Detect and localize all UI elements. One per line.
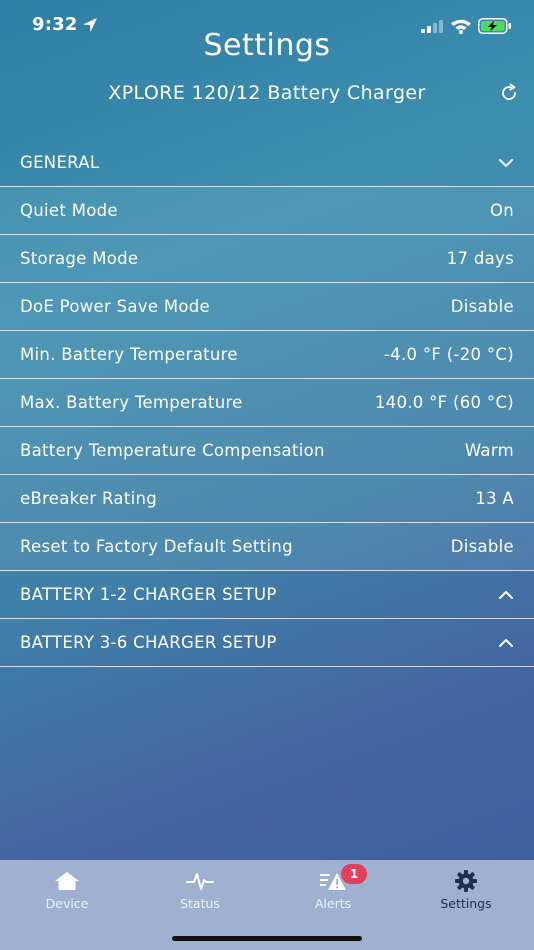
tab-label: Alerts: [314, 896, 352, 911]
tab-device[interactable]: Device: [17, 868, 117, 911]
settings-list: GENERAL Quiet Mode On Storage Mode 17 da…: [0, 139, 534, 667]
setting-value: 13 A: [475, 489, 514, 508]
setting-value: On: [489, 201, 514, 220]
setting-value: -4.0 °F (-20 °C): [383, 345, 514, 364]
tab-label: Settings: [440, 896, 492, 911]
setting-value: 140.0 °F (60 °C): [374, 393, 514, 412]
setting-label: Quiet Mode: [20, 201, 118, 220]
setting-label: Storage Mode: [20, 249, 139, 268]
section-header-battery-1-2[interactable]: BATTERY 1-2 CHARGER SETUP: [0, 571, 534, 619]
pulse-icon: [186, 873, 214, 890]
section-label: GENERAL: [20, 153, 100, 172]
setting-label: eBreaker Rating: [20, 489, 157, 508]
setting-value: Warm: [464, 441, 514, 460]
home-icon: [55, 872, 79, 890]
section-header-battery-3-6[interactable]: BATTERY 3-6 CHARGER SETUP: [0, 619, 534, 667]
gear-icon: [455, 870, 477, 892]
setting-row-quiet-mode[interactable]: Quiet Mode On: [0, 187, 534, 235]
alerts-badge: 1: [341, 864, 367, 884]
home-indicator[interactable]: [172, 936, 362, 941]
setting-row-ebreaker-rating[interactable]: eBreaker Rating 13 A: [0, 475, 534, 523]
chevron-down-icon: [499, 158, 513, 167]
section-header-general[interactable]: GENERAL: [0, 139, 534, 187]
setting-row-doe-power-save-mode[interactable]: DoE Power Save Mode Disable: [0, 283, 534, 331]
setting-label: Max. Battery Temperature: [20, 393, 243, 412]
tab-status[interactable]: Status: [150, 868, 250, 911]
refresh-icon[interactable]: [498, 82, 520, 104]
setting-label: Reset to Factory Default Setting: [20, 537, 293, 556]
setting-row-storage-mode[interactable]: Storage Mode 17 days: [0, 235, 534, 283]
setting-label: Battery Temperature Compensation: [20, 441, 325, 460]
tab-label: Device: [45, 896, 89, 911]
tab-alerts[interactable]: Alerts: [283, 868, 383, 911]
section-label: BATTERY 3-6 CHARGER SETUP: [20, 633, 277, 652]
setting-value: 17 days: [446, 249, 514, 268]
tab-settings[interactable]: Settings: [416, 868, 516, 911]
section-label: BATTERY 1-2 CHARGER SETUP: [20, 585, 277, 604]
chevron-up-icon: [499, 590, 513, 599]
chevron-up-icon: [499, 638, 513, 647]
page-title: Settings: [203, 28, 331, 63]
setting-row-reset-to-factory-default[interactable]: Reset to Factory Default Setting Disable: [0, 523, 534, 571]
setting-label: DoE Power Save Mode: [20, 297, 211, 316]
setting-row-max-battery-temperature[interactable]: Max. Battery Temperature 140.0 °F (60 °C…: [0, 379, 534, 427]
device-name: XPLORE 120/12 Battery Charger: [108, 82, 426, 104]
setting-row-battery-temperature-compensation[interactable]: Battery Temperature Compensation Warm: [0, 427, 534, 475]
setting-row-min-battery-temperature[interactable]: Min. Battery Temperature -4.0 °F (-20 °C…: [0, 331, 534, 379]
setting-value: Disable: [450, 537, 514, 556]
setting-value: Disable: [450, 297, 514, 316]
setting-label: Min. Battery Temperature: [20, 345, 238, 364]
tab-label: Status: [180, 896, 220, 911]
